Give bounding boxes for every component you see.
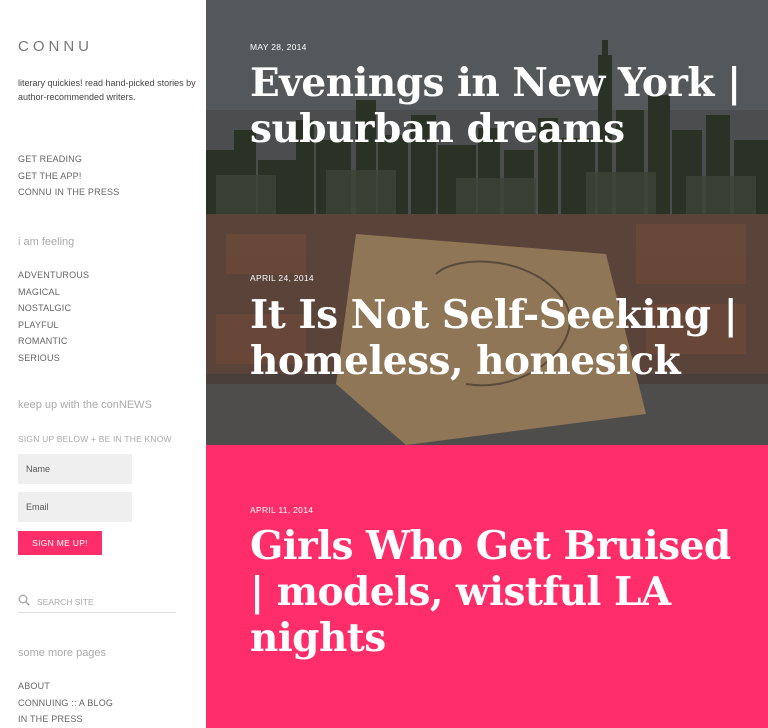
- post-title[interactable]: It Is Not Self-Seeking | homeless, homes…: [250, 292, 750, 384]
- page-link-connuing-blog[interactable]: CONNUING :: A BLOG: [18, 695, 113, 712]
- nav-link-get-reading[interactable]: GET READING: [18, 151, 119, 168]
- post-title[interactable]: Evenings in New York | suburban dreams: [250, 60, 750, 152]
- page-link-about[interactable]: ABOUT: [18, 678, 113, 695]
- more-pages-heading: some more pages: [18, 647, 107, 659]
- page-link-in-the-press[interactable]: IN THE PRESS: [18, 711, 113, 728]
- post-card-new-york[interactable]: MAY 28, 2014 Evenings in New York | subu…: [206, 0, 768, 214]
- mood-nav: ADVENTUROUS MAGICAL NOSTALGIC PLAYFUL RO…: [18, 267, 89, 366]
- mood-link-romantic[interactable]: ROMANTIC: [18, 333, 89, 350]
- mood-link-playful[interactable]: PLAYFUL: [18, 317, 89, 334]
- email-field[interactable]: [18, 492, 132, 522]
- nav-link-connu-in-the-press[interactable]: CONNU IN THE PRESS: [18, 184, 119, 201]
- mood-link-serious[interactable]: SERIOUS: [18, 350, 89, 367]
- post-feed: MAY 28, 2014 Evenings in New York | subu…: [206, 0, 768, 728]
- post-card-girls-bruised[interactable]: APRIL 11, 2014 Girls Who Get Bruised | m…: [206, 445, 768, 728]
- feeling-heading: i am feeling: [18, 236, 75, 248]
- search-icon[interactable]: [18, 593, 37, 611]
- post-card-homeless[interactable]: APRIL 24, 2014 It Is Not Self-Seeking | …: [206, 214, 768, 445]
- newsletter-heading: keep up with the conNEWS: [18, 399, 152, 411]
- name-field[interactable]: [18, 454, 132, 484]
- mood-link-magical[interactable]: MAGICAL: [18, 284, 89, 301]
- signup-note: SIGN UP BELOW + BE IN THE KNOW: [18, 434, 172, 444]
- mood-link-adventurous[interactable]: ADVENTUROUS: [18, 267, 89, 284]
- more-pages-nav: ABOUT CONNUING :: A BLOG IN THE PRESS: [18, 678, 113, 728]
- search-input[interactable]: [37, 596, 167, 607]
- post-date: APRIL 24, 2014: [250, 273, 314, 283]
- post-date: MAY 28, 2014: [250, 42, 307, 52]
- site-tagline: literary quickies! read hand-picked stor…: [18, 78, 196, 102]
- mood-link-nostalgic[interactable]: NOSTALGIC: [18, 300, 89, 317]
- post-title[interactable]: Girls Who Get Bruised | models, wistful …: [250, 523, 750, 661]
- search-bar: [18, 591, 176, 613]
- sign-me-up-button[interactable]: SIGN ME UP!: [18, 531, 102, 555]
- main-nav: GET READING GET THE APP! CONNU IN THE PR…: [18, 151, 119, 201]
- site-title[interactable]: CONNU: [18, 38, 93, 55]
- nav-link-get-the-app[interactable]: GET THE APP!: [18, 168, 119, 185]
- post-date: APRIL 11, 2014: [250, 505, 314, 515]
- sidebar: CONNU literary quickies! read hand-picke…: [0, 0, 206, 728]
